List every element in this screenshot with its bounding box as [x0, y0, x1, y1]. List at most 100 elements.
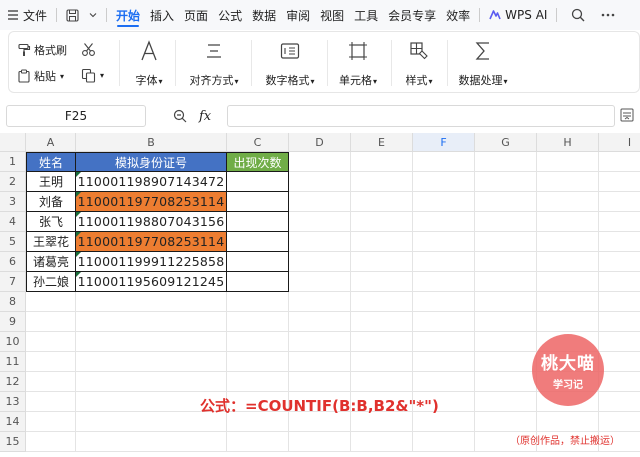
name-cell[interactable]: 刘备: [26, 192, 76, 212]
quick-access-dropdown[interactable]: [84, 0, 102, 30]
row-header-9[interactable]: 9: [0, 312, 26, 332]
formula-input[interactable]: [227, 105, 615, 127]
header-cell-id-text: 模拟身份证号: [114, 155, 187, 170]
file-menu[interactable]: 文件: [0, 0, 52, 30]
font-button[interactable]: 字体▾: [129, 32, 169, 88]
name-cell[interactable]: 张飞: [26, 212, 76, 232]
tab-insert[interactable]: 插入: [145, 0, 179, 30]
row-header-1[interactable]: 1: [0, 152, 26, 172]
name-cell[interactable]: 王明: [26, 172, 76, 192]
data-processing-button[interactable]: 数据处理▾: [451, 32, 515, 88]
copy-button[interactable]: ▾: [81, 68, 104, 83]
fx-button[interactable]: fx: [199, 109, 211, 124]
row-header-4[interactable]: 4: [0, 212, 26, 232]
search-button[interactable]: [561, 0, 595, 30]
cells-label: 单元格: [338, 74, 372, 87]
row-header-10[interactable]: 10: [0, 332, 26, 352]
styles-button[interactable]: 样式▾: [397, 32, 441, 88]
column-header-c[interactable]: C: [227, 133, 289, 152]
tab-page[interactable]: 页面: [179, 0, 213, 30]
font-label: 字体: [135, 74, 158, 87]
id-cell[interactable]: 110001198907143472: [76, 172, 227, 192]
number-format-button[interactable]: 数字格式▾: [259, 32, 321, 88]
column-header-h[interactable]: H: [537, 133, 599, 152]
id-cell-text: 110001197708253114: [77, 194, 225, 209]
id-cell[interactable]: 110001195609121245: [76, 272, 227, 292]
header-cell-count[interactable]: 出现次数: [227, 152, 289, 172]
count-cell[interactable]: [227, 212, 289, 232]
row-header-8[interactable]: 8: [0, 292, 26, 312]
count-cell[interactable]: [227, 192, 289, 212]
tab-efficiency[interactable]: 效率: [441, 0, 475, 30]
wps-ai-button[interactable]: WPS AI: [484, 0, 552, 30]
row-header-12[interactable]: 12: [0, 372, 26, 392]
column-header-g[interactable]: G: [475, 133, 537, 152]
column-header-a[interactable]: A: [26, 133, 76, 152]
tab-label: 公式: [218, 8, 243, 23]
more-options-button[interactable]: [595, 0, 621, 30]
styles-label: 样式: [405, 74, 428, 87]
row-header-13[interactable]: 13: [0, 392, 26, 412]
alignment-button[interactable]: 对齐方式▾: [183, 32, 245, 88]
menu-divider: [56, 8, 58, 22]
id-cell-text: 110001198907143472: [77, 174, 225, 189]
row-header-3[interactable]: 3: [0, 192, 26, 212]
count-cell[interactable]: [227, 252, 289, 272]
chevron-down-icon: ▾: [372, 77, 377, 86]
tab-view[interactable]: 视图: [315, 0, 349, 30]
id-cell[interactable]: 110001199911225858: [76, 252, 227, 272]
format-painter-button[interactable]: 格式刷: [17, 42, 67, 58]
header-cell-name-text: 姓名: [38, 155, 63, 170]
cut-button[interactable]: [81, 42, 96, 57]
header-cell-name[interactable]: 姓名: [26, 152, 76, 172]
text-number-indicator-icon: [76, 212, 81, 217]
row-header-14[interactable]: 14: [0, 412, 26, 432]
column-header-e[interactable]: E: [351, 133, 413, 152]
chevron-down-icon: ▾: [100, 71, 105, 80]
tab-home[interactable]: 开始: [111, 0, 145, 30]
row-header-5[interactable]: 5: [0, 232, 26, 252]
chevron-down-icon: ▾: [60, 71, 65, 81]
align-center-icon: [205, 38, 223, 64]
header-cell-id[interactable]: 模拟身份证号: [76, 152, 227, 172]
formula-bar: F25 fx: [0, 102, 640, 130]
tab-review[interactable]: 审阅: [281, 0, 315, 30]
row-header-15[interactable]: 15: [0, 432, 26, 452]
row-header-2[interactable]: 2: [0, 172, 26, 192]
column-header-f[interactable]: F: [413, 133, 475, 152]
save-button[interactable]: [61, 0, 84, 30]
column-header-i[interactable]: I: [599, 133, 640, 152]
name-cell[interactable]: 王翠花: [26, 232, 76, 252]
name-cell[interactable]: 诸葛亮: [26, 252, 76, 272]
column-header-d[interactable]: D: [289, 133, 351, 152]
id-cell[interactable]: 110001198807043156: [76, 212, 227, 232]
row-header-7[interactable]: 7: [0, 272, 26, 292]
tab-member[interactable]: 会员专享: [383, 0, 441, 30]
chevron-down-icon: ▾: [158, 77, 163, 86]
copyright-notice: （原创作品，禁止搬运）: [510, 436, 620, 447]
tab-formulas[interactable]: 公式: [213, 0, 247, 30]
column-header-b[interactable]: B: [76, 133, 227, 152]
paste-button[interactable]: 粘贴 ▾: [17, 68, 64, 84]
count-cell[interactable]: [227, 232, 289, 252]
count-cell[interactable]: [227, 272, 289, 292]
count-cell[interactable]: [227, 172, 289, 192]
menu-divider: [479, 8, 481, 22]
zoom-search-icon[interactable]: [173, 109, 187, 123]
name-cell-text: 王明: [38, 175, 63, 189]
row-header-6[interactable]: 6: [0, 252, 26, 272]
expand-formula-icon[interactable]: [620, 108, 634, 122]
name-cell[interactable]: 孙二娘: [26, 272, 76, 292]
id-cell-text: 110001198807043156: [77, 214, 225, 229]
select-all-corner[interactable]: [0, 133, 26, 152]
id-cell[interactable]: 110001197708253114: [76, 232, 227, 252]
tab-label: 审阅: [286, 8, 311, 23]
tab-data[interactable]: 数据: [247, 0, 281, 30]
name-box[interactable]: F25: [6, 105, 146, 127]
cells-button[interactable]: 单元格▾: [333, 32, 383, 88]
grid-line: [26, 451, 640, 452]
tab-tools[interactable]: 工具: [349, 0, 383, 30]
id-cell[interactable]: 110001197708253114: [76, 192, 227, 212]
row-header-11[interactable]: 11: [0, 352, 26, 372]
name-cell-text: 张飞: [38, 215, 63, 229]
